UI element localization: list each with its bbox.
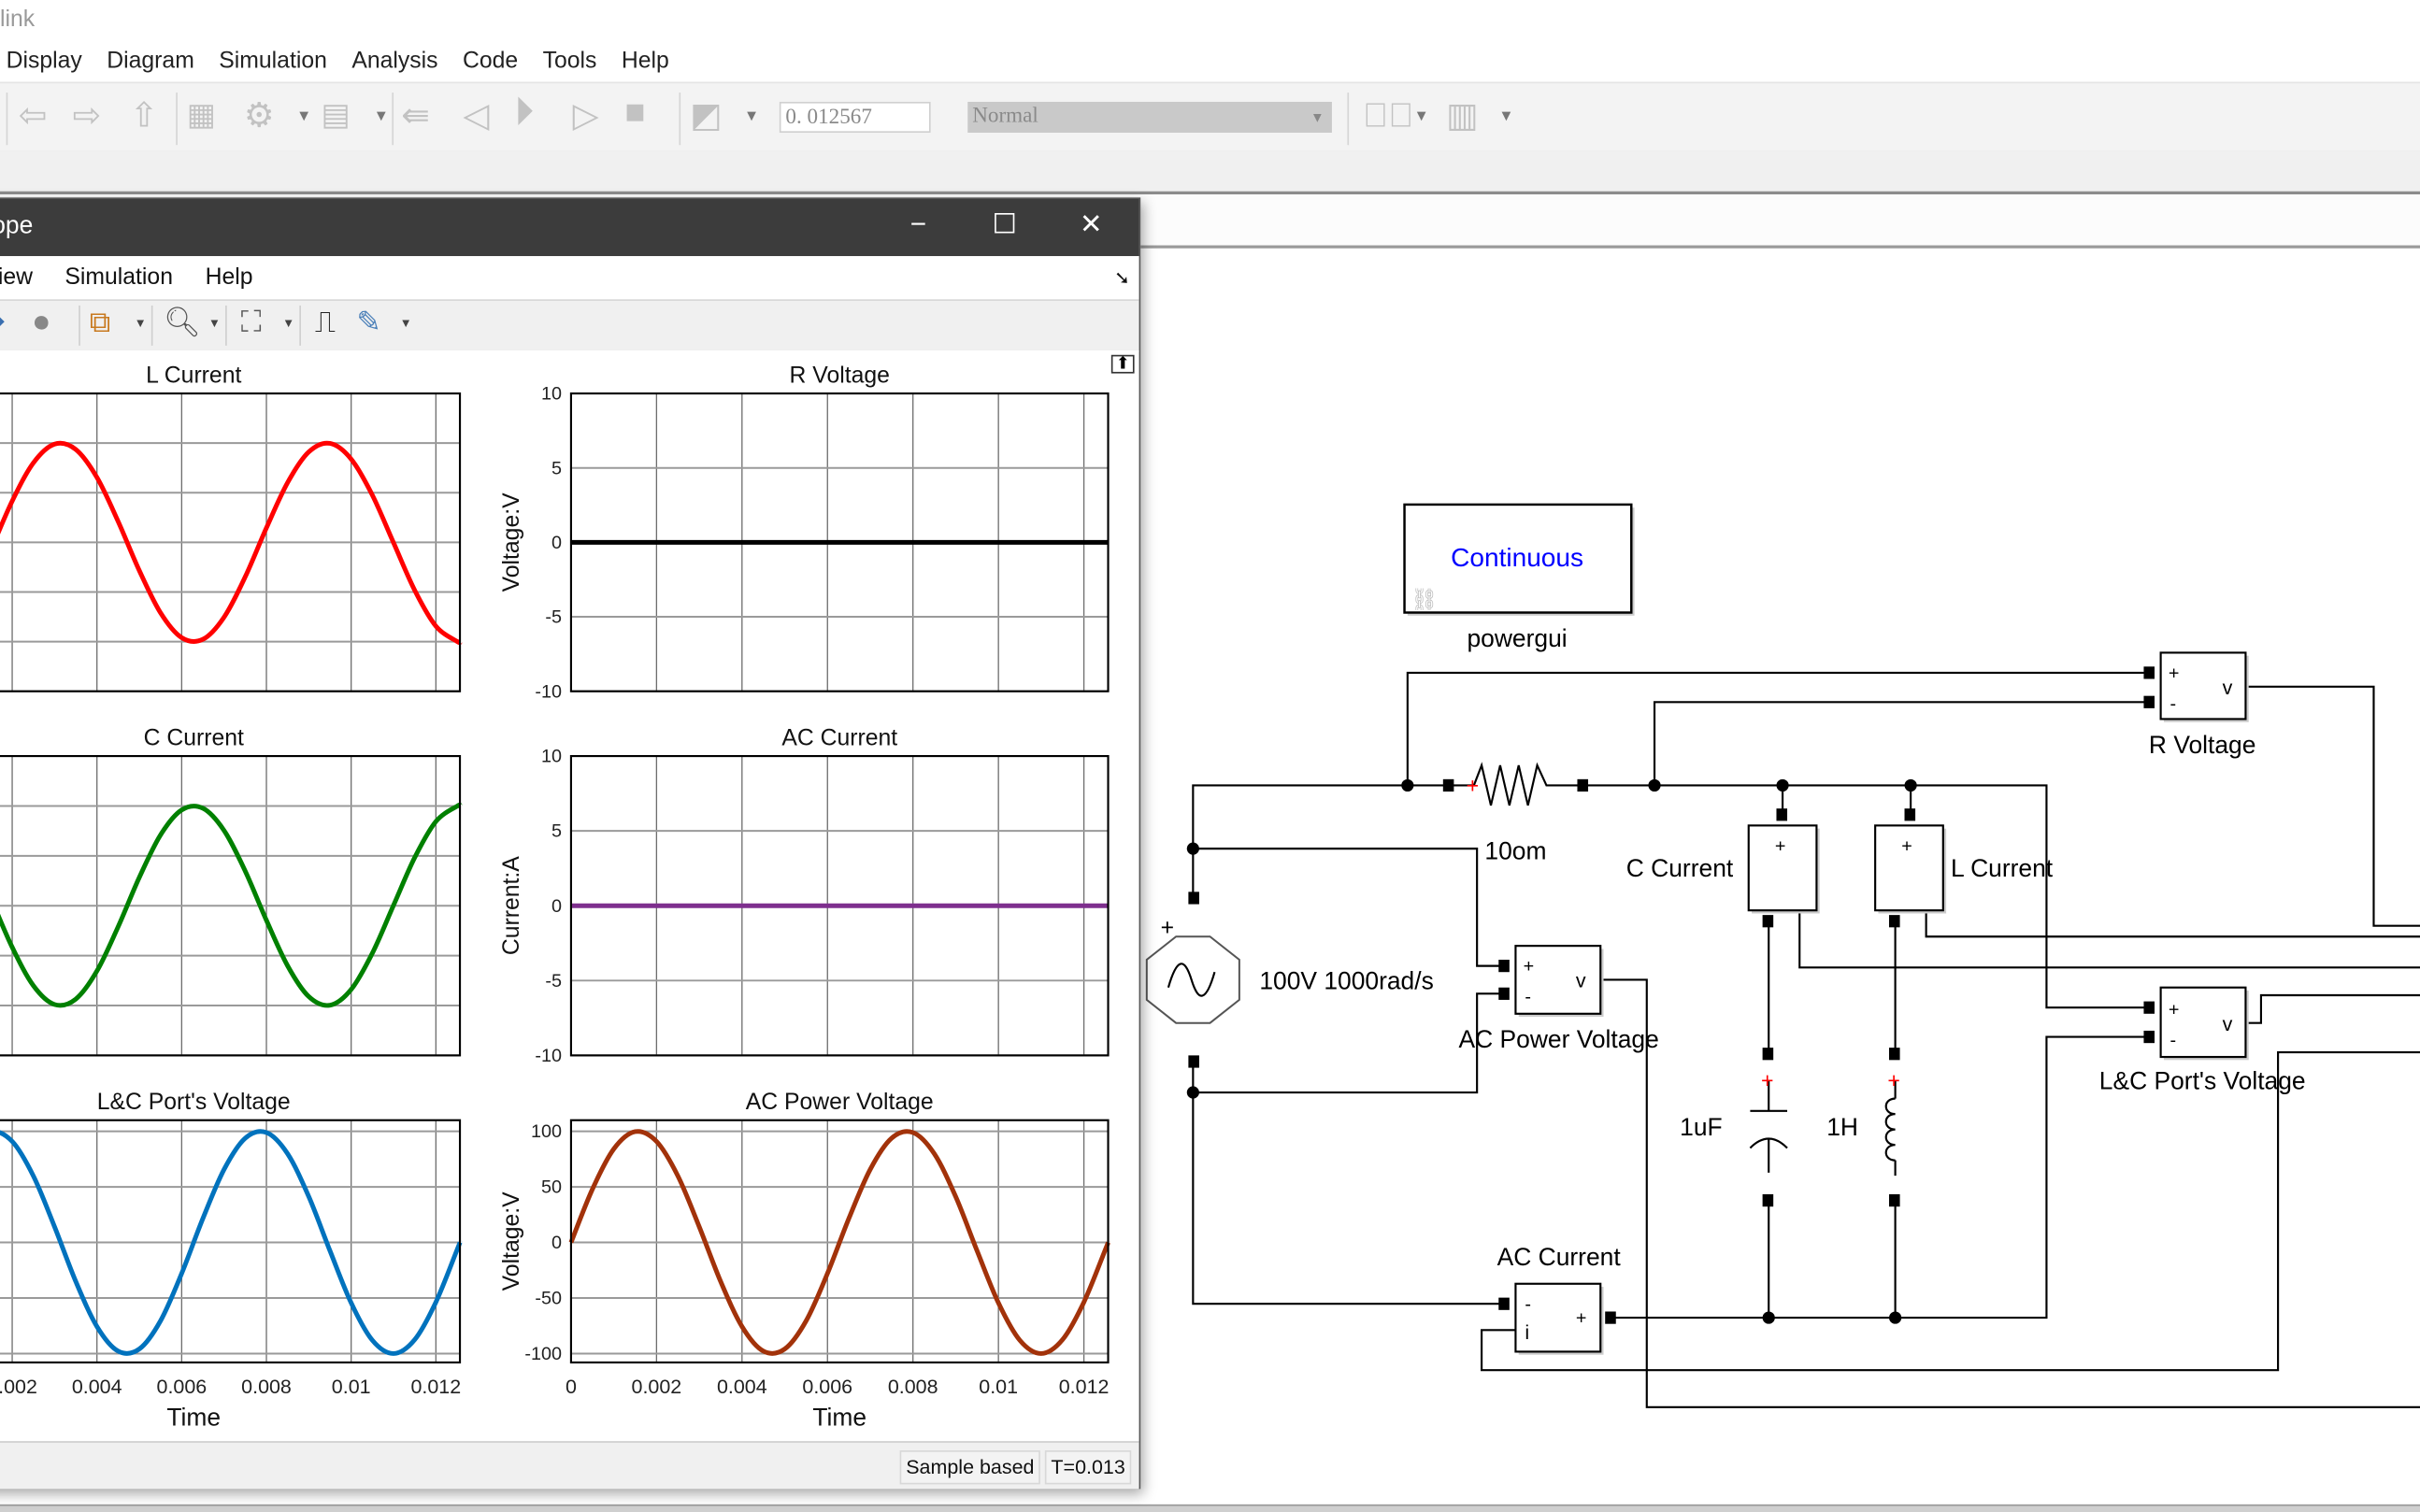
- chart-5: 00.0020.0040.0060.0080.010.012-100-50050…: [0, 1090, 463, 1432]
- x-axis-label: Time: [166, 1404, 221, 1432]
- y-tick-label: -50: [535, 1289, 562, 1309]
- x-axis-label: Time: [812, 1404, 866, 1432]
- chart-title: C Current: [144, 726, 244, 751]
- y-tick-label: 0: [551, 1233, 562, 1253]
- y-axis-label: Voltage:V: [499, 1191, 524, 1291]
- y-tick-label: 50: [541, 1177, 562, 1198]
- x-tick-label: 0.006: [157, 1376, 208, 1398]
- y-tick-label: 0: [551, 533, 562, 553]
- x-tick-label: 0.008: [241, 1376, 292, 1398]
- x-tick-label: 0.004: [72, 1376, 122, 1398]
- x-tick-label: 0: [566, 1376, 577, 1398]
- x-tick-label: 0.008: [888, 1376, 938, 1398]
- y-tick-label: 0: [551, 896, 562, 917]
- chart-3: -0.15-0.1-0.0500.050.10.15C Current: [0, 726, 463, 1057]
- chart-title: R Voltage: [790, 363, 890, 388]
- x-tick-label: 0.006: [802, 1376, 852, 1398]
- x-tick-label: 0.002: [0, 1376, 37, 1398]
- chart-6: 0 0.002 0.004 0.006 0.008 0.01 0.012 -100 -50 0 50…: [499, 1090, 1110, 1432]
- x-tick-label: 0.012: [410, 1376, 461, 1398]
- y-tick-label: -10: [535, 681, 562, 702]
- x-tick-label: 0.01: [979, 1376, 1018, 1398]
- simulink-window: link Display Diagram Simulation Analysis…: [0, 0, 2420, 1512]
- scope-charts: -0.15-0.1-0.0500.050.10.15L Current -10 -5…: [0, 363, 1110, 1432]
- chart-4: -10 -5 0 5 10 AC Current Current:A: [499, 726, 1110, 1066]
- x-tick-label: 0.01: [332, 1376, 371, 1398]
- y-tick-label: 10: [541, 747, 562, 767]
- y-tick-label: 5: [551, 458, 562, 478]
- y-tick-label: 5: [551, 821, 562, 842]
- y-tick-label: -10: [535, 1046, 562, 1066]
- chart-2: -10 -5 0 5 10 R Voltage Voltage:V: [499, 363, 1110, 702]
- x-tick-label: 0.012: [1059, 1376, 1110, 1398]
- chart-title: AC Current: [781, 726, 897, 751]
- y-tick-label: -5: [545, 607, 562, 628]
- y-tick-label: -100: [524, 1344, 562, 1364]
- y-tick-label: 10: [541, 384, 562, 405]
- x-tick-label: 0.004: [717, 1376, 767, 1398]
- chart-title: AC Power Voltage: [746, 1090, 934, 1115]
- y-tick-label: -5: [545, 971, 562, 991]
- chart-title: L&C Port's Voltage: [97, 1090, 291, 1115]
- chart-1: -0.15-0.1-0.0500.050.10.15L Current: [0, 363, 463, 692]
- x-tick-label: 0.002: [632, 1376, 682, 1398]
- y-axis-label: Current:A: [499, 856, 524, 955]
- y-tick-label: 100: [531, 1121, 562, 1142]
- y-axis-label: Voltage:V: [499, 492, 524, 592]
- chart-title: L Current: [146, 363, 241, 388]
